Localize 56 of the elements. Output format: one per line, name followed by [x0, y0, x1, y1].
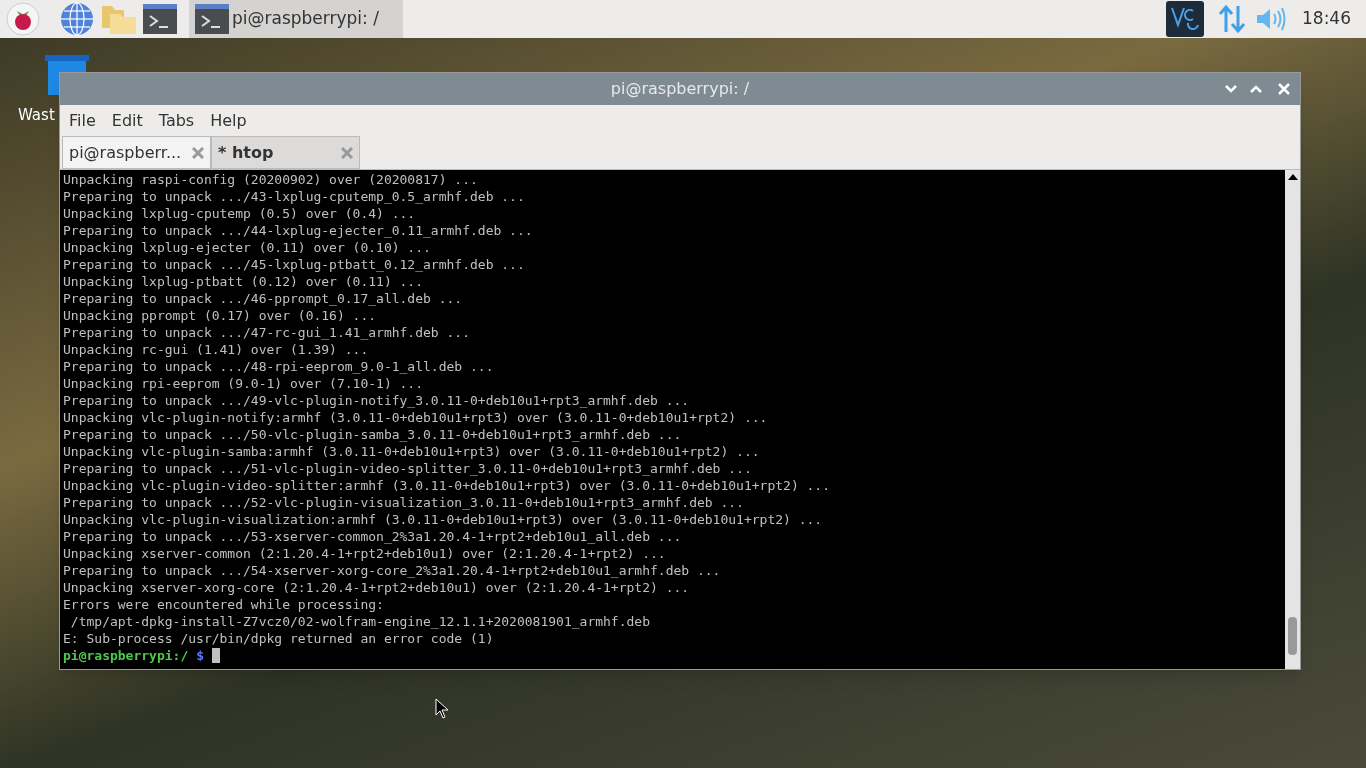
mouse-pointer-icon	[435, 698, 449, 719]
terminal-line: Preparing to unpack .../45-lxplug-ptbatt_0.12_armhf.deb ...	[63, 256, 525, 273]
menu-item[interactable]: Tabs	[151, 108, 202, 133]
terminal-line: Unpacking vlc-plugin-visualization:armhf (3.0.11-0+deb10u1+rpt3) over (3.0.11-0+deb10u1+rpt2) ...	[63, 511, 823, 528]
terminal-line: Preparing to unpack .../46-pprompt_0.17_all.deb ...	[63, 290, 463, 307]
network-arrows-icon[interactable]	[1218, 4, 1246, 34]
terminal-line: Preparing to unpack .../43-lxplug-cputemp_0.5_armhf.deb ...	[63, 188, 525, 205]
terminal-line: Preparing to unpack .../47-rc-gui_1.41_armhf.deb ...	[63, 324, 470, 341]
terminal-line: Unpacking vlc-plugin-samba:armhf (3.0.11-0+deb10u1+rpt3) over (3.0.11-0+deb10u1+rpt2) ...	[63, 443, 760, 460]
raspberry-menu-icon[interactable]	[6, 2, 40, 36]
minimize-icon[interactable]	[1225, 85, 1237, 93]
vnc-icon[interactable]	[1166, 1, 1204, 37]
terminal-line: Preparing to unpack .../49-vlc-plugin-notify_3.0.11-0+deb10u1+rpt3_armhf.deb ...	[63, 392, 690, 409]
scroll-up-icon[interactable]	[1287, 174, 1298, 180]
terminal-line: Preparing to unpack .../48-rpi-eeprom_9.0-1_all.deb ...	[63, 358, 494, 375]
terminal-icon[interactable]	[143, 4, 177, 34]
prompt-symbol: $	[196, 647, 205, 664]
taskbar-task-button[interactable]: pi@raspberrypi: /	[189, 0, 403, 38]
terminal-line: Preparing to unpack .../50-vlc-plugin-samba_3.0.11-0+deb10u1+rpt3_armhf.deb ...	[63, 426, 682, 443]
volume-icon[interactable]	[1256, 6, 1286, 32]
terminal-line: Unpacking raspi-config (20200902) over (20200817) ...	[63, 171, 478, 188]
close-icon[interactable]	[341, 146, 353, 159]
terminal-line: Unpacking lxplug-ejecter (0.11) over (0.10) ...	[63, 239, 431, 256]
maximize-icon[interactable]	[1250, 85, 1262, 93]
terminal-line: Unpacking xserver-common (2:1.20.4-1+rpt2+deb10u1) over (2:1.20.4-1+rpt2) ...	[63, 545, 666, 562]
clock: 18:46	[1302, 7, 1351, 31]
terminal-line: Preparing to unpack .../53-xserver-common_2%3a1.20.4-1+rpt2+deb10u1_all.deb ...	[63, 528, 682, 545]
menu-item[interactable]: File	[62, 108, 103, 133]
cursor	[212, 648, 221, 663]
terminal-line: Unpacking lxplug-ptbatt (0.12) over (0.11) ...	[63, 273, 424, 290]
terminal-line: Preparing to unpack .../44-lxplug-ejecter_0.11_armhf.deb ...	[63, 222, 533, 239]
scrollbar-thumb[interactable]	[1288, 617, 1297, 655]
terminal-line: Unpacking lxplug-cputemp (0.5) over (0.4) ...	[63, 205, 416, 222]
terminal-line: E: Sub-process /usr/bin/dpkg returned an error code (1)	[63, 630, 494, 647]
menu-item[interactable]: Edit	[104, 108, 150, 133]
tab[interactable]: * htop	[211, 136, 360, 169]
window-title: pi@raspberrypi: /	[610, 78, 750, 100]
terminal-line: /tmp/apt-dpkg-install-Z7vcz0/02-wolfram-engine_12.1.1+2020081901_armhf.deb	[69, 613, 650, 630]
close-icon[interactable]	[192, 146, 204, 159]
terminal-line: Preparing to unpack .../52-vlc-plugin-visualization_3.0.11-0+deb10u1+rpt3_armhf.deb ...	[63, 494, 744, 511]
menu-item[interactable]: Help	[203, 108, 254, 133]
terminal-line: Preparing to unpack .../51-vlc-plugin-video-splitter_3.0.11-0+deb10u1+rpt3_armhf.deb ...	[63, 460, 752, 477]
prompt-host: pi@raspberrypi:/	[63, 647, 189, 664]
terminal-line: Unpacking rpi-eeprom (9.0-1) over (7.10-1) ...	[63, 375, 424, 392]
tab[interactable]: pi@raspberr...	[62, 136, 211, 169]
terminal-line: Unpacking xserver-xorg-core (2:1.20.4-1+rpt2+deb10u1) over (2:1.20.4-1+rpt2) ...	[63, 579, 690, 596]
terminal-icon[interactable]	[195, 4, 229, 34]
terminal-line: Preparing to unpack .../54-xserver-xorg-core_2%3a1.20.4-1+rpt2+deb10u1_armhf.deb ...	[63, 562, 721, 579]
terminal-line: Unpacking rc-gui (1.41) over (1.39) ...	[63, 341, 369, 358]
scrollbar[interactable]	[1285, 170, 1300, 669]
terminal-line: Unpacking pprompt (0.17) over (0.16) ...	[63, 307, 377, 324]
desktop-icon-label: Wast	[18, 105, 55, 126]
globe-icon[interactable]	[60, 2, 94, 36]
terminal-line: Unpacking vlc-plugin-notify:armhf (3.0.11-0+deb10u1+rpt3) over (3.0.11-0+deb10u1+rpt2) ...	[63, 409, 768, 426]
terminal-line: Unpacking vlc-plugin-video-splitter:armhf (3.0.11-0+deb10u1+rpt3) over (3.0.11-0+deb10u1+rpt2) ...	[63, 477, 830, 494]
terminal-line: Errors were encountered while processing:	[63, 596, 384, 613]
